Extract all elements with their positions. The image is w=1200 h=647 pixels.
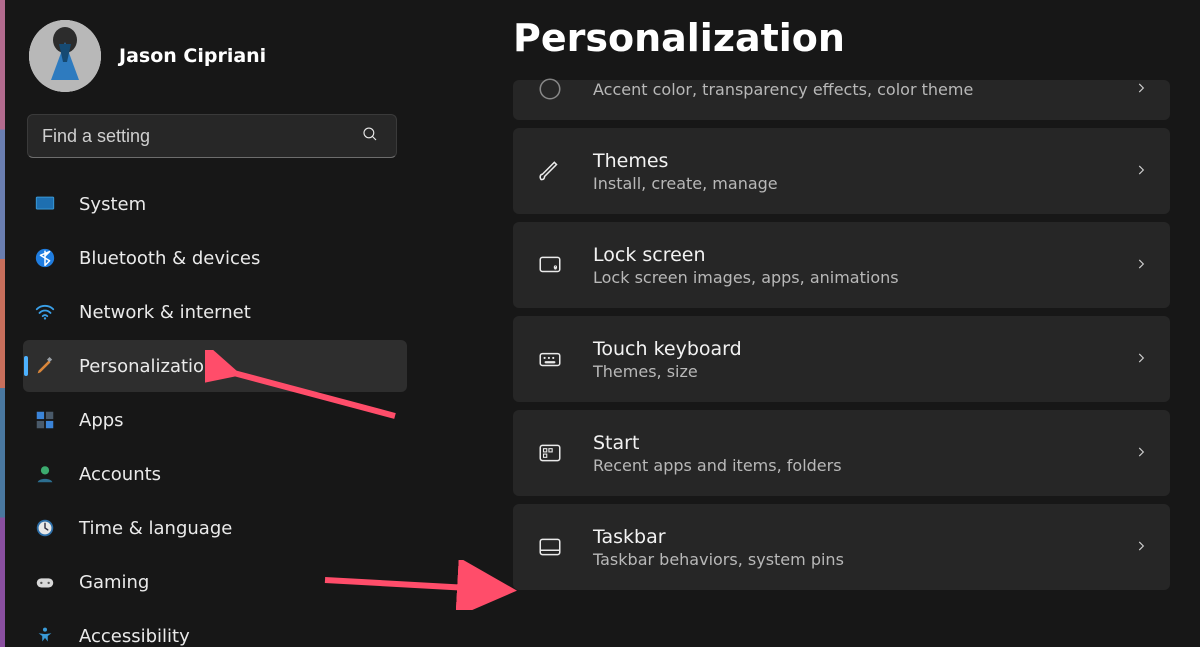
search-input[interactable] xyxy=(27,114,397,158)
accounts-icon xyxy=(33,462,57,486)
settings-list: Accent color, transparency effects, colo… xyxy=(513,80,1170,590)
paintbrush-icon xyxy=(33,354,57,378)
panel-subtitle: Accent color, transparency effects, colo… xyxy=(593,80,1106,99)
search-icon xyxy=(361,125,379,147)
brush-icon xyxy=(535,156,565,186)
taskbar-icon xyxy=(535,532,565,562)
page-title: Personalization xyxy=(513,16,1170,60)
start-icon xyxy=(535,438,565,468)
chevron-right-icon xyxy=(1134,162,1148,181)
nav-item-accounts[interactable]: Accounts xyxy=(23,448,407,500)
panel-title: Lock screen xyxy=(593,244,1106,266)
nav-label: Bluetooth & devices xyxy=(79,248,260,269)
keyboard-icon xyxy=(535,344,565,374)
nav-label: System xyxy=(79,194,146,215)
nav-item-accessibility[interactable]: Accessibility xyxy=(23,610,407,647)
panel-touch-keyboard[interactable]: Touch keyboard Themes, size xyxy=(513,316,1170,402)
panel-subtitle: Taskbar behaviors, system pins xyxy=(593,550,1106,569)
nav-item-bluetooth[interactable]: Bluetooth & devices xyxy=(23,232,407,284)
nav-label: Personalization xyxy=(79,356,215,377)
nav-label: Time & language xyxy=(79,518,232,539)
avatar-image xyxy=(29,20,101,92)
search-wrap xyxy=(27,114,403,158)
nav-label: Accessibility xyxy=(79,626,190,647)
nav-label: Apps xyxy=(79,410,124,431)
main-content: Personalization Accent color, transparen… xyxy=(425,0,1200,647)
panel-title: Themes xyxy=(593,150,1106,172)
nav-item-time[interactable]: Time & language xyxy=(23,502,407,554)
panel-lock-screen[interactable]: Lock screen Lock screen images, apps, an… xyxy=(513,222,1170,308)
bluetooth-icon xyxy=(33,246,57,270)
panel-colors[interactable]: Accent color, transparency effects, colo… xyxy=(513,80,1170,120)
nav-label: Accounts xyxy=(79,464,161,485)
panel-title: Touch keyboard xyxy=(593,338,1106,360)
nav-item-system[interactable]: System xyxy=(23,178,407,230)
lockscreen-icon xyxy=(535,250,565,280)
nav-item-network[interactable]: Network & internet xyxy=(23,286,407,338)
nav-item-personalization[interactable]: Personalization xyxy=(23,340,407,392)
panel-taskbar[interactable]: Taskbar Taskbar behaviors, system pins xyxy=(513,504,1170,590)
nav: System Bluetooth & devices Network & int… xyxy=(23,178,407,647)
gaming-icon xyxy=(33,570,57,594)
panel-subtitle: Recent apps and items, folders xyxy=(593,456,1106,475)
panel-subtitle: Lock screen images, apps, animations xyxy=(593,268,1106,287)
chevron-right-icon xyxy=(1134,350,1148,369)
apps-icon xyxy=(33,408,57,432)
chevron-right-icon xyxy=(1134,444,1148,463)
nav-label: Gaming xyxy=(79,572,149,593)
nav-item-gaming[interactable]: Gaming xyxy=(23,556,407,608)
profile-name: Jason Cipriani xyxy=(119,45,266,67)
nav-item-apps[interactable]: Apps xyxy=(23,394,407,446)
chevron-right-icon xyxy=(1134,538,1148,557)
nav-label: Network & internet xyxy=(79,302,251,323)
chevron-right-icon xyxy=(1134,256,1148,275)
system-icon xyxy=(33,192,57,216)
panel-start[interactable]: Start Recent apps and items, folders xyxy=(513,410,1170,496)
panel-title: Start xyxy=(593,432,1106,454)
palette-icon xyxy=(535,74,565,104)
clock-icon xyxy=(33,516,57,540)
wifi-icon xyxy=(33,300,57,324)
accessibility-icon xyxy=(33,624,57,647)
sidebar: Jason Cipriani System Bluetooth & device… xyxy=(5,0,425,647)
panel-themes[interactable]: Themes Install, create, manage xyxy=(513,128,1170,214)
panel-subtitle: Themes, size xyxy=(593,362,1106,381)
panel-title: Taskbar xyxy=(593,526,1106,548)
profile-block[interactable]: Jason Cipriani xyxy=(23,10,407,114)
chevron-right-icon xyxy=(1134,80,1148,99)
panel-subtitle: Install, create, manage xyxy=(593,174,1106,193)
avatar xyxy=(29,20,101,92)
